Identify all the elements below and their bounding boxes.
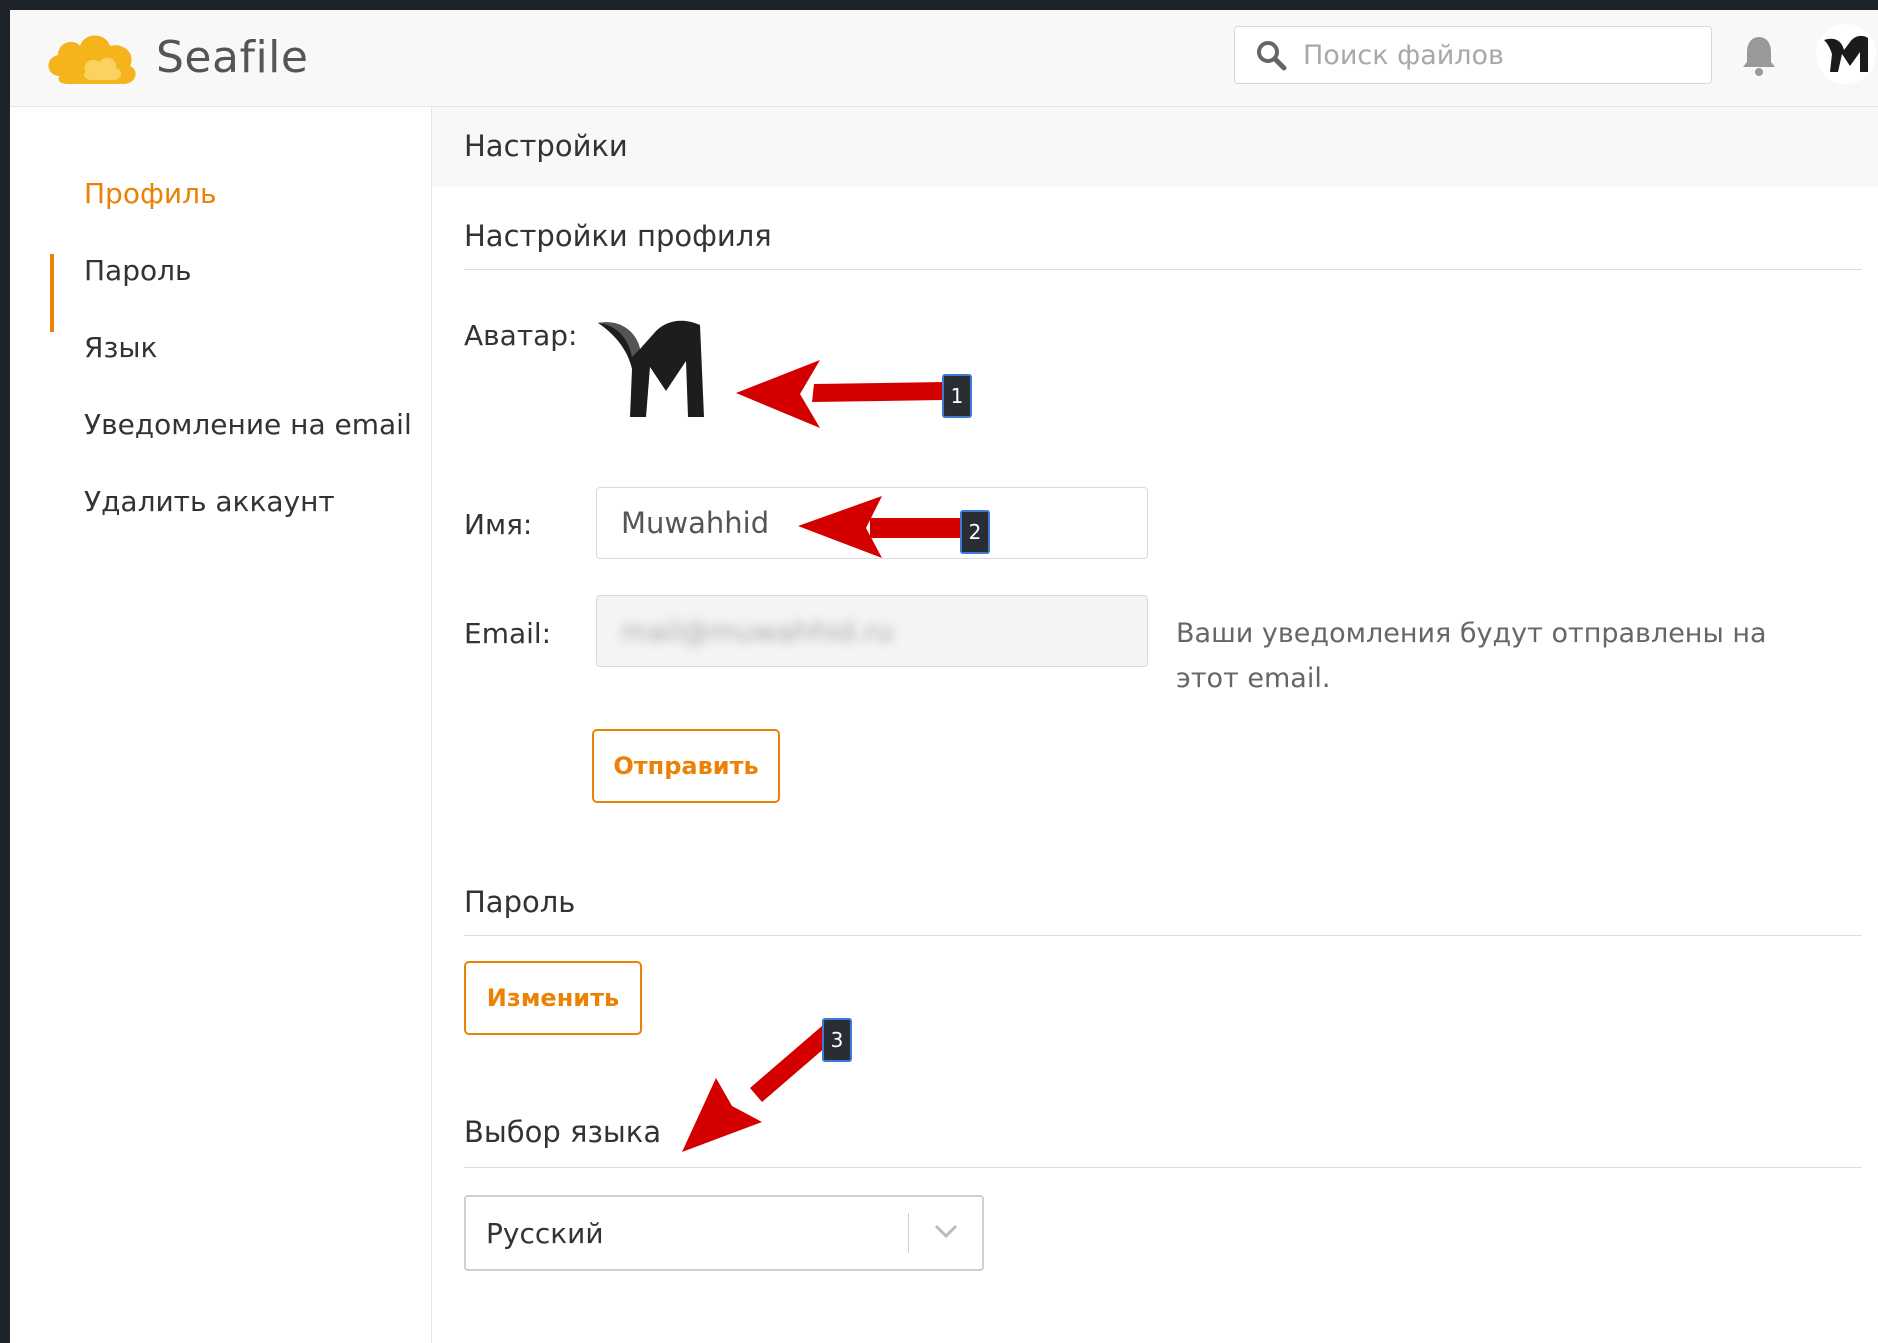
profile-avatar[interactable] bbox=[596, 317, 716, 425]
m-logo-icon bbox=[1824, 35, 1868, 72]
divider bbox=[464, 935, 1862, 936]
background-window-strip bbox=[0, 0, 10, 1343]
cloud-logo-icon bbox=[48, 35, 136, 84]
search-icon bbox=[1257, 41, 1287, 71]
email-value: mail@muwahhid.ru bbox=[621, 614, 894, 648]
page-header: Настройки bbox=[432, 107, 1878, 187]
change-password-button[interactable]: Изменить bbox=[464, 961, 642, 1035]
language-select[interactable]: Русский bbox=[464, 1195, 984, 1271]
select-separator bbox=[908, 1213, 909, 1253]
sidebar-item-password[interactable]: Пароль bbox=[84, 254, 192, 287]
notification-bell-icon[interactable] bbox=[1742, 34, 1776, 82]
submit-button[interactable]: Отправить bbox=[592, 729, 780, 803]
main-content: Настройки Настройки профиля Аватар: Имя:… bbox=[432, 107, 1878, 1343]
app-name: Seafile bbox=[156, 31, 309, 83]
search-input[interactable] bbox=[1301, 38, 1685, 72]
name-label: Имя: bbox=[464, 508, 533, 541]
search-box[interactable] bbox=[1234, 26, 1712, 84]
avatar-label: Аватар: bbox=[464, 319, 578, 352]
email-label: Email: bbox=[464, 617, 552, 650]
sidebar-item-profile[interactable]: Профиль bbox=[84, 177, 217, 210]
profile-section-title: Настройки профиля bbox=[464, 219, 772, 253]
divider bbox=[464, 1167, 1862, 1168]
divider bbox=[464, 269, 1862, 270]
language-selected-value: Русский bbox=[486, 1217, 604, 1250]
top-header: Seafile bbox=[10, 10, 1878, 107]
seafile-logo[interactable]: Seafile bbox=[40, 24, 308, 90]
chevron-down-icon bbox=[934, 1224, 958, 1239]
user-avatar[interactable] bbox=[1816, 24, 1876, 84]
seafile-window: Seafile Профиль Пароль Язык Уведомление bbox=[10, 10, 1878, 1343]
name-input[interactable]: Muwahhid bbox=[596, 487, 1148, 559]
annotation-badge-3: 3 bbox=[822, 1018, 852, 1062]
email-input: mail@muwahhid.ru bbox=[596, 595, 1148, 667]
password-section-title: Пароль bbox=[464, 885, 576, 919]
settings-sidebar: Профиль Пароль Язык Уведомление на email… bbox=[10, 107, 432, 1343]
page-title: Настройки bbox=[464, 129, 628, 163]
active-indicator bbox=[50, 254, 54, 332]
email-help-text: Ваши уведомления будут отправлены на это… bbox=[1176, 618, 1767, 694]
annotation-badge-2: 2 bbox=[960, 510, 990, 554]
m-logo-icon bbox=[598, 320, 704, 417]
sidebar-item-language[interactable]: Язык bbox=[84, 331, 157, 364]
language-section-title: Выбор языка bbox=[464, 1115, 662, 1149]
annotation-badge-1: 1 bbox=[942, 374, 972, 418]
sidebar-item-delete-account[interactable]: Удалить аккаунт bbox=[84, 485, 335, 518]
sidebar-item-email-notification[interactable]: Уведомление на email bbox=[84, 408, 412, 441]
